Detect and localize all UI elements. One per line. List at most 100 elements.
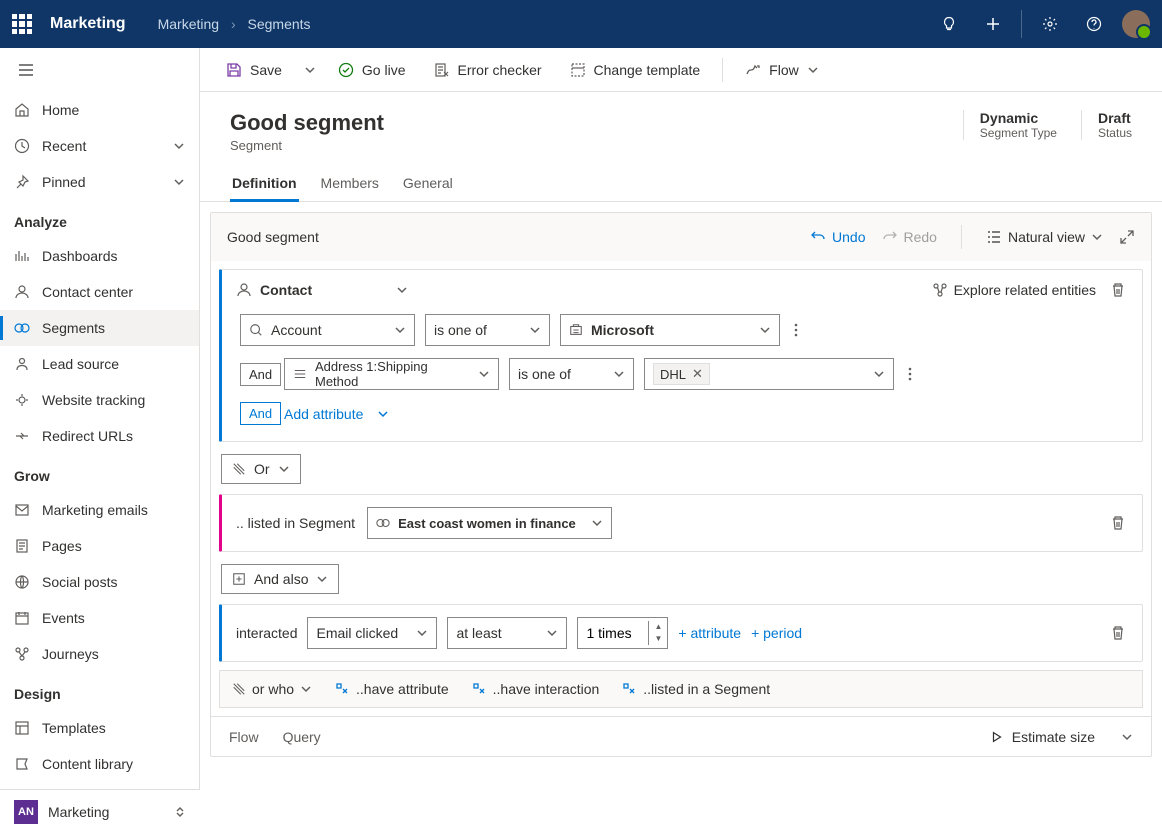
tab-general[interactable]: General (401, 169, 455, 201)
breadcrumb-item[interactable]: Marketing (158, 16, 219, 32)
sidebar-item-dashboards[interactable]: Dashboards (0, 238, 199, 274)
tab-members[interactable]: Members (319, 169, 381, 201)
chevron-right-icon: › (231, 16, 236, 32)
gear-icon[interactable] (1030, 4, 1070, 44)
chevron-down-icon[interactable] (373, 404, 393, 424)
main: Save Go live Error checker Change templa… (200, 48, 1162, 833)
add-period-link[interactable]: + period (751, 625, 802, 641)
chevron-down-icon[interactable] (392, 280, 412, 300)
interaction-select[interactable]: Email clicked (307, 617, 437, 649)
tab-definition[interactable]: Definition (230, 169, 299, 201)
flow-button[interactable]: Flow (735, 56, 829, 84)
sidebar-item-lead-source[interactable]: Lead source (0, 346, 199, 382)
spin-up-icon[interactable]: ▲ (649, 621, 667, 633)
sidebar-item-social-posts[interactable]: Social posts (0, 564, 199, 600)
home-icon (14, 102, 30, 118)
footer-tab-query[interactable]: Query (283, 729, 321, 745)
segment-block: .. listed in Segment East coast women in… (219, 494, 1143, 552)
and-pill[interactable]: And (240, 402, 281, 425)
help-icon[interactable] (1074, 4, 1114, 44)
sidebar-item-home[interactable]: Home (0, 92, 199, 128)
sidebar-item-events[interactable]: Events (0, 600, 199, 636)
explore-related-entities-button[interactable]: Explore related entities (932, 282, 1096, 298)
condition-row: Account is one of Microsoft (240, 314, 1128, 346)
sidebar-item-pages[interactable]: Pages (0, 528, 199, 564)
sidebar-item-segments[interactable]: Segments (0, 310, 199, 346)
field-select[interactable]: Account (240, 314, 415, 346)
change-template-button[interactable]: Change template (560, 56, 711, 84)
have-interaction-button[interactable]: ..have interaction (471, 681, 600, 697)
sidebar-item-label: Content library (42, 756, 133, 772)
sidebar-item-label: Lead source (42, 356, 119, 372)
add-attribute-link[interactable]: + attribute (678, 625, 741, 641)
value-lookup[interactable]: Microsoft (560, 314, 780, 346)
footer-tab-flow[interactable]: Flow (229, 729, 259, 745)
sidebar-item-label: Pinned (42, 174, 86, 190)
sidebar-item-pinned[interactable]: Pinned (0, 164, 199, 200)
add-attribute-link[interactable]: Add attribute (284, 406, 363, 422)
interaction-operator[interactable]: at least (447, 617, 567, 649)
sidebar-item-redirect-urls[interactable]: Redirect URLs (0, 418, 199, 454)
sidebar-item-label: Social posts (42, 574, 117, 590)
count-spinner[interactable]: ▲▼ (577, 617, 668, 649)
interaction-block: interacted Email clicked at least (219, 604, 1143, 662)
sidebar-section-design: Design (0, 678, 199, 710)
delete-icon[interactable] (1110, 282, 1126, 298)
sidebar-item-label: Home (42, 102, 79, 118)
delete-icon[interactable] (1110, 515, 1126, 531)
sidebar-item-label: Segments (42, 320, 105, 336)
segment-lookup[interactable]: East coast women in finance (367, 507, 612, 539)
error-checker-button[interactable]: Error checker (424, 56, 552, 84)
more-icon[interactable] (904, 362, 916, 386)
undo-button[interactable]: Undo (810, 229, 865, 245)
save-dropdown[interactable] (300, 58, 320, 82)
remove-tag-icon[interactable]: ✕ (692, 366, 703, 382)
sidebar-item-contact-center[interactable]: Contact center (0, 274, 199, 310)
listed-in-segment-button[interactable]: ..listed in a Segment (621, 681, 770, 697)
estimate-size-button[interactable]: Estimate size (990, 729, 1133, 745)
sidebar-item-label: Dashboards (42, 248, 118, 264)
sidebar-item-website-tracking[interactable]: Website tracking (0, 382, 199, 418)
more-icon[interactable] (790, 318, 802, 342)
andalso-combiner[interactable]: And also (221, 564, 339, 594)
breadcrumb-item[interactable]: Segments (248, 16, 311, 32)
canvas-footer: Flow Query Estimate size (211, 716, 1151, 756)
entity-name: Segment (230, 138, 384, 153)
hamburger-icon[interactable] (0, 48, 199, 92)
environment-switcher[interactable]: AN Marketing (0, 789, 200, 833)
sidebar-item-label: Events (42, 610, 85, 626)
or-combiner[interactable]: Or (221, 454, 301, 484)
sidenav: Home Recent Pinned Analyze Dashboards Co… (0, 92, 199, 833)
save-button[interactable]: Save (216, 56, 292, 84)
have-attribute-button[interactable]: ..have attribute (334, 681, 449, 697)
pin-icon (14, 174, 30, 190)
sidebar-item-label: Website tracking (42, 392, 145, 408)
operator-select[interactable]: is one of (425, 314, 550, 346)
sidebar-item-journeys[interactable]: Journeys (0, 636, 199, 672)
topbar-actions (929, 4, 1150, 44)
plus-icon[interactable] (973, 4, 1013, 44)
avatar[interactable] (1122, 10, 1150, 38)
go-live-button[interactable]: Go live (328, 56, 416, 84)
app-launcher-icon[interactable] (12, 14, 32, 34)
field-select[interactable]: Address 1:Shipping Method (284, 358, 499, 390)
sidebar-item-marketing-emails[interactable]: Marketing emails (0, 492, 199, 528)
topbar: Marketing Marketing › Segments (0, 0, 1162, 48)
sidebar-item-content-library[interactable]: Content library (0, 746, 199, 782)
count-input[interactable] (578, 618, 648, 648)
tracking-icon (14, 392, 30, 408)
redo-button: Redo (882, 229, 937, 245)
operator-select[interactable]: is one of (509, 358, 634, 390)
sidebar-item-templates[interactable]: Templates (0, 710, 199, 746)
spin-down-icon[interactable]: ▼ (649, 633, 667, 645)
redirect-icon (14, 428, 30, 444)
sidebar-item-recent[interactable]: Recent (0, 128, 199, 164)
or-who-button[interactable]: or who (232, 681, 312, 697)
expand-icon[interactable] (1119, 229, 1135, 245)
view-mode-dropdown[interactable]: Natural view (986, 229, 1103, 245)
value-multiselect[interactable]: DHL✕ (644, 358, 894, 390)
delete-icon[interactable] (1110, 625, 1126, 641)
lightbulb-icon[interactable] (929, 4, 969, 44)
tag: DHL✕ (653, 363, 710, 385)
templates-icon (14, 720, 30, 736)
